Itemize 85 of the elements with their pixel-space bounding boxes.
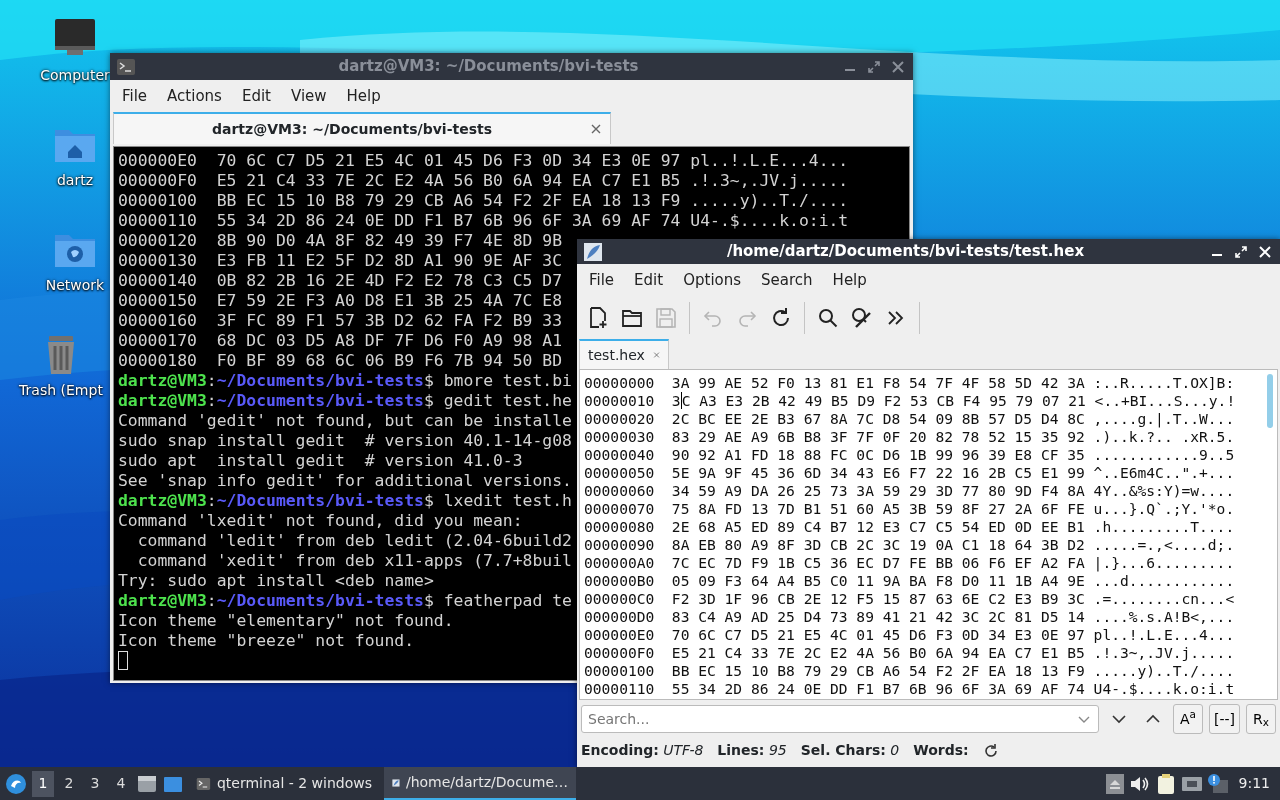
terminal-line: 000000F0 E5 21 C4 33 7E 2C E2 4A 56 B0 6A 94 EA C7 E1 B5 .!.3~,.JV.j..... xyxy=(118,171,849,191)
menu-item[interactable]: Help xyxy=(824,267,875,294)
menu-item[interactable]: Edit xyxy=(626,267,672,294)
terminal-line: Command 'lxedit' not found, did you mean: xyxy=(118,511,523,531)
taskbar-button[interactable]: /home/dartz/Docume… xyxy=(384,767,576,800)
eject-icon[interactable] xyxy=(1104,772,1125,795)
toggle-button[interactable]: [--] xyxy=(1208,704,1240,734)
terminal-line: dartz@VM3:~/Documents/bvi-tests$ gedit test.he xyxy=(118,391,572,411)
feather-icon xyxy=(583,241,603,262)
terminal-line: 000000E0 70 6C C7 D5 21 E5 4C 01 45 D6 F3 0D 34 E3 0E 97 pl..!.L.E...4... xyxy=(118,151,849,171)
menu-item[interactable]: File xyxy=(581,267,623,294)
hex-row: 000000B0 05 09 F3 64 A4 B5 C0 11 9A BA F8 D0 11 1B A4 9E ...d............ xyxy=(584,572,1235,590)
hex-row: 00000080 2E 68 A5 ED 89 C4 B7 12 E3 C7 C5 54 ED 0D EE B1 .h.........T.... xyxy=(584,518,1235,536)
menu-item[interactable]: Edit xyxy=(233,82,279,110)
hex-row: 00000070 75 8A FD 13 7D B1 51 60 A5 3B 59 8F 27 2A 6F FE u...}.Q`.;Y.'*o. xyxy=(584,500,1235,518)
terminal-line: 00000130 E3 FB 11 E2 5F D2 8D A1 90 9E AF 3C xyxy=(118,251,563,271)
text-cursor xyxy=(118,651,128,670)
hex-row: 00000000 3A 99 AE 52 F0 13 81 E1 F8 54 7F 4F 58 5D 42 3A :..R.....T.OX]B: xyxy=(584,374,1235,392)
menu-item[interactable]: File xyxy=(114,82,156,110)
hex-row: 000000F0 E5 21 C4 33 7E 2C E2 4A 56 B0 6A 94 EA C7 E1 B5 .!.3~,.JV.j..... xyxy=(584,644,1235,662)
window-title: dartz@VM3: ~/Documents/bvi-tests xyxy=(337,56,640,78)
terminal-line: Icon theme "elementary" not found. xyxy=(118,611,454,631)
terminal-line: command 'ledit' from deb ledit (2.04-6build2 xyxy=(136,531,572,551)
hex-row: 00000010 3C A3 E3 2B 42 49 B5 D9 F2 53 CB F4 95 79 07 21 <..+BI...S...y.! xyxy=(584,392,1236,410)
terminal-line: 00000180 F0 BF 89 68 6C 06 B9 F6 7B 94 50 BD xyxy=(118,351,563,371)
status-item: Words: xyxy=(913,741,969,760)
menu-item[interactable]: Actions xyxy=(159,82,230,110)
terminal-line: sudo apt install gedit # version 41.0-3 xyxy=(118,451,523,471)
hex-row: 00000060 34 59 A9 DA 26 25 73 3A 59 29 3D 77 80 9D F4 8A 4Y..&%s:Y)=w.... xyxy=(584,482,1235,500)
notification-icon[interactable] xyxy=(1206,772,1229,795)
menu-item[interactable]: Help xyxy=(338,82,389,110)
terminal-line: dartz@VM3:~/Documents/bvi-tests$ featherpad te xyxy=(118,591,572,611)
icon-label[interactable]: Trash (Empt xyxy=(19,380,103,401)
window-title: /home/dartz/Documents/bvi-tests/test.hex xyxy=(725,241,1086,263)
refresh-icon[interactable] xyxy=(982,742,999,759)
workspace-button[interactable]: 4 xyxy=(110,770,132,797)
hex-row: 000000E0 70 6C C7 D5 21 E5 4C 01 45 D6 F3 0D 34 E3 0E 97 pl..!.L.E...4... xyxy=(584,626,1235,644)
search-pencil-icon[interactable] xyxy=(850,306,874,330)
close-tab-icon[interactable] xyxy=(590,123,602,135)
terminal-line: command 'xedit' from deb x11-apps (7.7+8buil xyxy=(136,551,572,571)
workspace-button[interactable]: 1 xyxy=(32,770,54,797)
terminal-line: dartz@VM3:~/Documents/bvi-tests$ lxedit test.h xyxy=(118,491,572,511)
terminal-line: 00000120 8B 90 D0 4A 8F 82 49 39 F7 4E 8D 9B xyxy=(118,231,563,251)
toggle-button[interactable]: A$^{a}$ xyxy=(1172,704,1203,734)
tab[interactable]: test.hex xyxy=(579,339,669,369)
hex-row: 000000C0 F2 3D 1F 96 CB 2E 12 F5 15 87 63 6E C2 E3 B9 3C .=........cn...< xyxy=(584,590,1235,608)
terminal-line: See 'snap info gedit' for additional versions. xyxy=(118,471,572,491)
terminal-line: 00000150 E7 59 2E F3 A0 D8 E1 3B 25 4A 7C E8 xyxy=(118,291,563,311)
terminal-line: 00000160 3F FC 89 F1 57 3B D2 62 FA F2 B9 33 xyxy=(118,311,563,331)
toggle-button[interactable]: R$_{x}$ xyxy=(1246,704,1276,734)
hex-row: 00000050 5E 9A 9F 45 36 6D 34 43 E6 F7 22 16 2B C5 E1 99 ^..E6m4C..".+... xyxy=(584,464,1235,482)
terminal-line: sudo snap install gedit # version 40.1-14-g08 xyxy=(118,431,572,451)
hex-row: 000000D0 83 C4 A9 AD 25 D4 73 89 41 21 42 3C 2C 81 D5 14 ....%.s.A!B<,... xyxy=(584,608,1235,626)
hex-row: 00000090 8A EB 80 A9 8F 3D CB 2C 3C 19 0A C1 18 64 3B D2 .....=.,<....d;. xyxy=(584,536,1235,554)
taskbar-button[interactable]: qterminal - 2 windows xyxy=(188,767,380,800)
hex-row: 00000100 BB EC 15 10 B8 79 29 CB A6 54 F2 2F EA 18 13 F9 .....y)..T./.... xyxy=(584,662,1235,680)
search-icon[interactable] xyxy=(816,306,840,330)
workspace-button[interactable]: 2 xyxy=(58,770,80,797)
search-field[interactable]: Search... xyxy=(581,705,1099,733)
menu-item[interactable]: Options xyxy=(675,267,750,294)
hex-row: 00000110 55 34 2D 86 24 0E DD F1 B7 6B 96 6F 3A 69 AF 74 U4-.$....k.o:i.t xyxy=(584,680,1235,698)
tab[interactable]: dartz@VM3: ~/Documents/bvi-tests xyxy=(113,112,611,144)
terminal-line: dartz@VM3:~/Documents/bvi-tests$ bmore test.bi xyxy=(118,371,572,391)
menu-item[interactable]: Search xyxy=(753,267,821,294)
scrollbar-thumb[interactable] xyxy=(1267,374,1273,428)
hex-row: 000000A0 7C EC 7D F9 1B C5 36 EC D7 FE BB 06 F6 EF A2 FA |.}...6......... xyxy=(584,554,1235,572)
status-item: Encoding: UTF-8 xyxy=(581,741,704,760)
terminal-line: 00000100 BB EC 15 10 B8 79 29 CB A6 54 F2 2F EA 18 13 F9 .....y)..T./.... xyxy=(118,191,849,211)
clock[interactable]: 9:11 xyxy=(1232,773,1276,794)
hex-row: 00000040 90 92 A1 FD 18 88 FC 0C D6 1B 99 96 39 E8 CF 35 ............9..5 xyxy=(584,446,1235,464)
terminal-line: 00000140 0B 82 2B 16 2E 4D F2 E2 78 C3 C5 D7 xyxy=(118,271,563,291)
hex-row: 00000030 83 29 AE A9 6B B8 3F 7F 0F 20 82 78 52 15 35 92 .)..k.?.. .xR.5. xyxy=(584,428,1235,446)
status-item: Sel. Chars: 0 xyxy=(800,741,900,760)
status-item: Lines: 95 xyxy=(717,741,787,760)
terminal-line: Icon theme "breeze" not found. xyxy=(118,631,415,651)
terminal-line: 00000170 68 DC 03 D5 A8 DF 7F D6 F0 A9 98 A1 xyxy=(118,331,563,351)
terminal-line: 00000110 55 34 2D 86 24 0E DD F1 B7 6B 96 6F 3A 69 AF 74 U4-.$....k.o:i.t xyxy=(118,211,849,231)
terminal-line: Try: sudo apt install <deb name> xyxy=(118,571,434,591)
icon-label[interactable]: Network xyxy=(45,275,105,296)
hex-row: 00000020 2C BC EE 2E B3 67 8A 7C D8 54 09 8B 57 D5 D4 8C ,....g.|.T..W... xyxy=(584,410,1235,428)
workspace-button[interactable]: 3 xyxy=(84,770,106,797)
terminal-line: Command 'gedit' not found, but can be installe xyxy=(118,411,572,431)
terminal-app-icon xyxy=(116,56,136,77)
menu-item[interactable]: View xyxy=(282,82,335,110)
start-menu-icon[interactable] xyxy=(4,771,28,796)
